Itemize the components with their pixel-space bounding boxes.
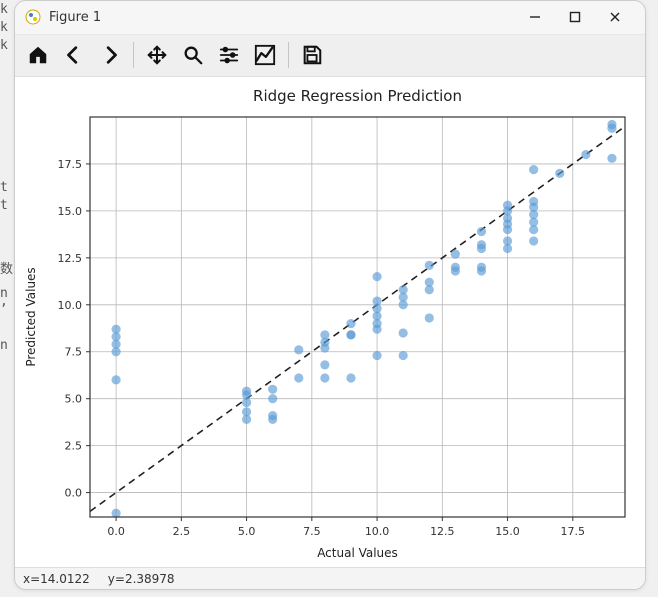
data-point: [372, 272, 381, 281]
data-point: [581, 149, 590, 158]
home-button[interactable]: [21, 38, 55, 72]
data-point: [399, 350, 408, 359]
data-point: [529, 236, 538, 245]
figure-window: Figure 1: [14, 0, 646, 590]
data-point: [346, 373, 355, 382]
back-button[interactable]: [57, 38, 91, 72]
svg-text:0.0: 0.0: [65, 486, 83, 499]
x-axis-label: Actual Values: [317, 546, 398, 560]
svg-text:2.5: 2.5: [173, 525, 191, 538]
status-y: y=2.38978: [108, 572, 175, 586]
bg-fragment: k: [0, 2, 8, 17]
zoom-button[interactable]: [176, 38, 210, 72]
data-point: [503, 236, 512, 245]
toolbar-separator: [133, 42, 134, 68]
data-point: [320, 360, 329, 369]
data-point: [477, 226, 486, 235]
data-point: [242, 407, 251, 416]
data-point: [242, 386, 251, 395]
svg-text:10.0: 10.0: [365, 525, 390, 538]
svg-text:12.5: 12.5: [58, 251, 83, 264]
data-point: [268, 394, 277, 403]
data-point: [320, 330, 329, 339]
data-point: [529, 164, 538, 173]
edit-axis-button[interactable]: [248, 38, 282, 72]
svg-text:12.5: 12.5: [430, 525, 455, 538]
bg-fragment: n: [0, 338, 8, 353]
toolbar: [15, 35, 645, 77]
data-point: [268, 384, 277, 393]
svg-text:0.0: 0.0: [107, 525, 125, 538]
save-button[interactable]: [295, 38, 329, 72]
svg-text:5.0: 5.0: [65, 392, 83, 405]
data-point: [425, 313, 434, 322]
svg-text:5.0: 5.0: [238, 525, 256, 538]
svg-text:7.5: 7.5: [65, 345, 83, 358]
data-point: [399, 328, 408, 337]
data-point: [529, 196, 538, 205]
bg-fragment: k: [0, 20, 8, 35]
data-point: [346, 330, 355, 339]
close-button[interactable]: [595, 3, 635, 31]
svg-text:2.5: 2.5: [65, 439, 83, 452]
data-point: [425, 277, 434, 286]
svg-text:17.5: 17.5: [561, 525, 586, 538]
data-point: [425, 260, 434, 269]
window-title: Figure 1: [49, 10, 101, 25]
status-x: x=14.0122: [23, 572, 90, 586]
svg-text:15.0: 15.0: [58, 204, 83, 217]
pan-button[interactable]: [140, 38, 174, 72]
svg-text:7.5: 7.5: [303, 525, 321, 538]
titlebar: Figure 1: [15, 1, 645, 35]
data-point: [294, 345, 303, 354]
bg-fragment: k: [0, 38, 8, 53]
data-point: [555, 168, 564, 177]
svg-text:17.5: 17.5: [58, 157, 83, 170]
subplots-button[interactable]: [212, 38, 246, 72]
data-point: [503, 200, 512, 209]
y-axis-label: Predicted Values: [24, 267, 38, 366]
data-point: [477, 240, 486, 249]
svg-text:10.0: 10.0: [58, 298, 83, 311]
data-point: [607, 119, 616, 128]
data-point: [111, 324, 120, 333]
plot-area[interactable]: Ridge Regression Prediction 0.0 2.5 5.0 7.5 1…: [15, 77, 645, 568]
data-point: [346, 318, 355, 327]
data-point: [320, 373, 329, 382]
bg-fragment: t: [0, 198, 8, 213]
toolbar-separator: [288, 42, 289, 68]
data-point: [111, 375, 120, 384]
data-point: [372, 296, 381, 305]
forward-button[interactable]: [93, 38, 127, 72]
data-point: [399, 285, 408, 294]
minimize-button[interactable]: [515, 3, 555, 31]
data-point: [294, 373, 303, 382]
data-point: [451, 249, 460, 258]
bg-fragment: ,: [0, 294, 8, 309]
data-point: [477, 262, 486, 271]
data-point: [268, 410, 277, 419]
app-icon: [25, 9, 41, 25]
chart-title: Ridge Regression Prediction: [253, 87, 462, 105]
data-point: [451, 262, 460, 271]
bg-fragment: 数: [0, 258, 13, 277]
bg-fragment: n: [0, 286, 8, 301]
statusbar: x=14.0122 y=2.38978: [15, 567, 645, 589]
svg-text:15.0: 15.0: [495, 525, 520, 538]
data-point: [372, 350, 381, 359]
data-point: [607, 153, 616, 162]
maximize-button[interactable]: [555, 3, 595, 31]
bg-fragment: t: [0, 180, 8, 195]
